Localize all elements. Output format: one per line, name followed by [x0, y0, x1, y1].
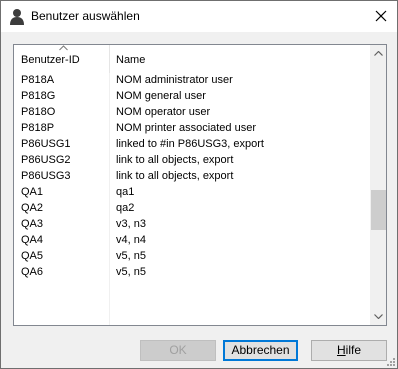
cell-name: NOM general user [116, 90, 206, 102]
dialog-title: Benutzer auswählen [31, 9, 140, 23]
list-row[interactable]: P818O NOM operator user [14, 105, 370, 121]
cell-name: linked to #in P86USG3, export [116, 138, 264, 150]
list-row[interactable]: P86USG3 link to all objects, export [14, 169, 370, 185]
list-header: Benutzer-ID Name [14, 45, 370, 73]
cell-user-id: QA5 [21, 250, 44, 262]
help-button[interactable]: Hilfe [311, 340, 387, 361]
resize-grip-icon[interactable] [385, 356, 396, 367]
help-label-rest: ilfe [345, 343, 361, 357]
cell-user-id: P818P [21, 122, 55, 134]
list-row[interactable]: QA3 v3, n3 [14, 217, 370, 233]
cell-name: NOM operator user [116, 106, 211, 118]
select-user-dialog: Benutzer auswählen Benutzer-ID Name P818… [0, 0, 398, 369]
cell-user-id: P86USG2 [21, 154, 71, 166]
list-row[interactable]: P818P NOM printer associated user [14, 121, 370, 137]
cell-user-id: QA2 [21, 202, 44, 214]
column-header-name[interactable]: Name [110, 45, 370, 73]
column-header-name-label: Name [116, 54, 146, 66]
cell-name: v5, n5 [116, 266, 146, 278]
scroll-down-button[interactable] [370, 308, 386, 325]
cell-user-id: P86USG3 [21, 170, 71, 182]
cell-user-id: QA3 [21, 218, 44, 230]
list-rows: P818A NOM administrator user P818G NOM gene… [14, 73, 370, 281]
chevron-down-icon [374, 314, 383, 319]
cell-name: link to all objects, export [116, 170, 234, 182]
cell-user-id: P818A [21, 74, 55, 86]
list-row[interactable]: QA2 qa2 [14, 201, 370, 217]
cell-user-id: P818O [21, 106, 56, 118]
cell-name: NOM printer associated user [116, 122, 256, 134]
sort-ascending-arrow-icon [59, 45, 68, 51]
list-row[interactable]: QA5 v5, n5 [14, 249, 370, 265]
list-row[interactable]: P86USG2 link to all objects, export [14, 153, 370, 169]
list-row[interactable]: P818A NOM administrator user [14, 73, 370, 89]
cell-user-id: P818G [21, 90, 56, 102]
close-icon [375, 10, 387, 22]
cell-name: qa2 [116, 202, 135, 214]
user-list[interactable]: Benutzer-ID Name P818A NOM administrator … [13, 44, 387, 326]
list-row[interactable]: P86USG1 linked to #in P86USG3, export [14, 137, 370, 153]
cancel-button[interactable]: Abbrechen [223, 340, 298, 361]
help-mnemonic: H [336, 343, 346, 357]
cell-user-id: QA4 [21, 234, 44, 246]
list-row[interactable]: QA1 qa1 [14, 185, 370, 201]
title-bar[interactable]: Benutzer auswählen [1, 1, 397, 32]
cell-name: v5, n5 [116, 250, 146, 262]
column-header-user-id[interactable]: Benutzer-ID [14, 45, 109, 73]
cell-user-id: QA6 [21, 266, 44, 278]
cell-name: v4, n4 [116, 234, 146, 246]
list-row[interactable]: QA4 v4, n4 [14, 233, 370, 249]
chevron-up-icon [374, 51, 383, 56]
column-header-user-id-label: Benutzer-ID [21, 54, 80, 66]
cell-name: v3, n3 [116, 218, 146, 230]
vertical-scrollbar[interactable] [370, 45, 386, 325]
user-icon [10, 8, 24, 25]
cell-name: link to all objects, export [116, 154, 234, 166]
cell-user-id: QA1 [21, 186, 44, 198]
cell-name: qa1 [116, 186, 135, 198]
close-button[interactable] [365, 1, 397, 32]
cell-name: NOM administrator user [116, 74, 233, 86]
scroll-thumb[interactable] [371, 190, 386, 230]
list-row[interactable]: P818G NOM general user [14, 89, 370, 105]
cell-user-id: P86USG1 [21, 138, 71, 150]
ok-button[interactable]: OK [140, 340, 216, 361]
list-row[interactable]: QA6 v5, n5 [14, 265, 370, 281]
scroll-up-button[interactable] [370, 45, 386, 62]
